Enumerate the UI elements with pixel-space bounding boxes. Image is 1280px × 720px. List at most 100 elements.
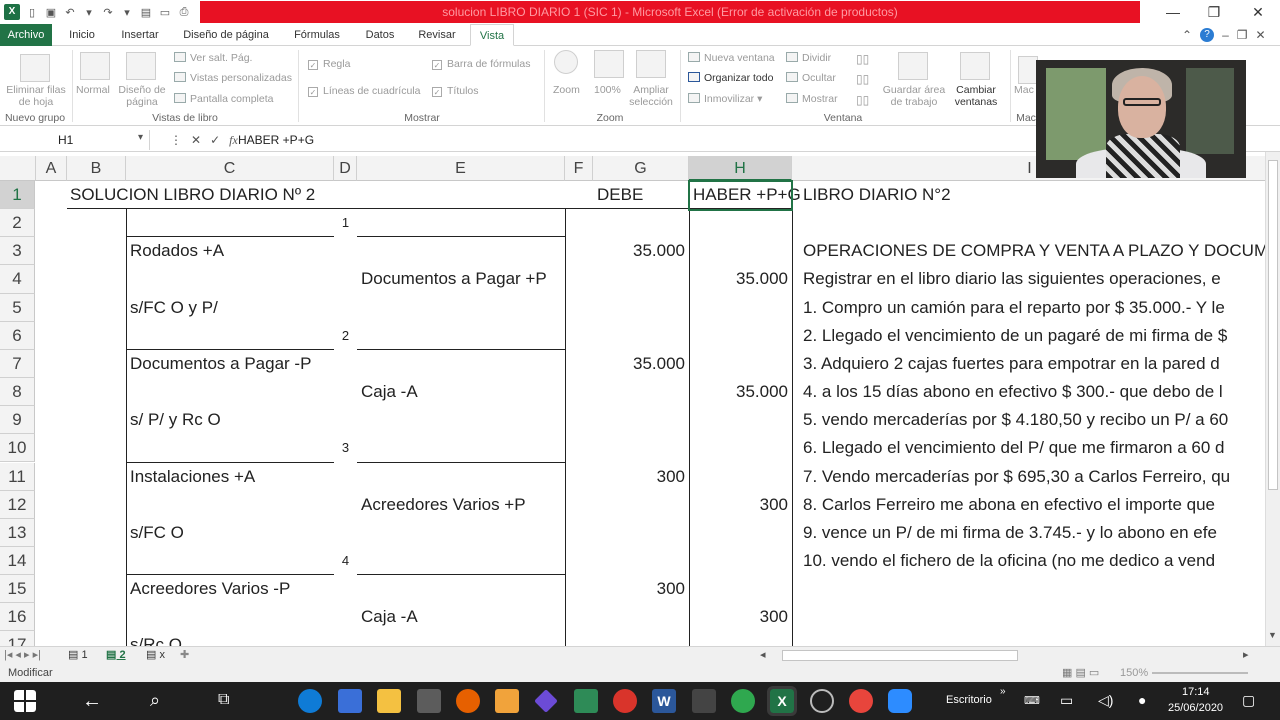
app-circle-icon[interactable]	[810, 689, 834, 713]
row-header-13[interactable]: 13	[0, 518, 35, 547]
row-header-8[interactable]: 8	[0, 378, 35, 407]
new-sheet-icon[interactable]: ✚	[180, 648, 189, 663]
macros-button[interactable]: Mac	[1014, 84, 1034, 96]
scroll-left-icon[interactable]: ◂	[760, 648, 766, 663]
cell-g7[interactable]: 35.000	[593, 350, 685, 378]
row-header-2[interactable]: 2	[0, 209, 35, 238]
cell-i7[interactable]: 3. Adquiero 2 cajas fuertes para empotra…	[803, 350, 1220, 378]
app-record-icon[interactable]	[613, 689, 637, 713]
cell-c5[interactable]: s/FC O y P/	[130, 294, 218, 322]
cancel-icon[interactable]: ✕	[191, 130, 201, 150]
row-header-6[interactable]: 6	[0, 321, 35, 350]
view-normal-icon[interactable]: ▦ ▤ ▭	[1062, 664, 1099, 682]
row-header-12[interactable]: 12	[0, 490, 35, 519]
cell-i14[interactable]: 10. vendo el fichero de la oficina (no m…	[803, 547, 1215, 575]
tab-vista[interactable]: Vista	[470, 24, 514, 46]
row-header-4[interactable]: 4	[0, 265, 35, 294]
row-header-15[interactable]: 15	[0, 575, 35, 604]
cell-c7[interactable]: Documentos a Pagar -P	[130, 350, 311, 378]
cell-h8[interactable]: 35.000	[689, 378, 788, 406]
cell-i3[interactable]: OPERACIONES DE COMPRA Y VENTA A PLAZO Y …	[803, 237, 1268, 265]
doc-minimize-icon[interactable]: –	[1222, 28, 1229, 42]
sync-scroll-icon[interactable]: ▯▯	[856, 72, 869, 86]
close-button[interactable]: ✕	[1236, 0, 1280, 24]
name-box-dropdown-icon[interactable]: ▾	[138, 132, 143, 143]
formula-bar-checkbox[interactable]: ✓ Barra de fórmulas	[432, 58, 530, 70]
quick-print-icon[interactable]: ⎙	[177, 6, 191, 19]
cell-h4[interactable]: 35.000	[689, 265, 788, 293]
full-screen-button[interactable]: Pantalla completa	[174, 93, 273, 105]
custom-views-button[interactable]: Vistas personalizadas	[174, 72, 292, 84]
column-header-d[interactable]: D	[334, 156, 357, 181]
tab-formulas[interactable]: Fórmulas	[284, 24, 350, 46]
sheet-tab-1[interactable]: ▤ 1	[68, 648, 88, 663]
cell-i6[interactable]: 2. Llegado el vencimiento de un pagaré d…	[803, 322, 1227, 350]
undo-dropdown-icon[interactable]: ▾	[82, 6, 96, 19]
task-view-icon[interactable]: ⧉	[218, 691, 229, 709]
scroll-down-icon[interactable]: ▼	[1268, 630, 1277, 640]
tab-inicio[interactable]: Inicio	[58, 24, 106, 46]
cell-i4[interactable]: Registrar en el libro diario las siguien…	[803, 265, 1221, 293]
zoom-selection-button[interactable]: Ampliar selección	[628, 84, 674, 108]
insert-function-icon[interactable]: fx	[229, 130, 238, 150]
start-windows-icon[interactable]	[14, 690, 36, 712]
notifications-icon[interactable]: ▢	[1242, 692, 1255, 709]
cell-i13[interactable]: 9. vence un P/ de mi firma de 3.745.- y …	[803, 519, 1217, 547]
page-break-preview-button[interactable]: Ver salt. Pág.	[174, 52, 252, 64]
formula-input[interactable]: HABER +P+G	[238, 130, 314, 150]
row-header-11[interactable]: 11	[0, 462, 35, 491]
tab-revisar[interactable]: Revisar	[410, 24, 464, 46]
headings-checkbox[interactable]: ✓ Títulos	[432, 85, 479, 97]
reset-position-icon[interactable]: ▯▯	[856, 93, 869, 107]
arrange-all-button[interactable]: Organizar todo	[688, 72, 773, 84]
help-icon[interactable]: ?	[1200, 28, 1215, 42]
split-button[interactable]: Dividir	[786, 52, 831, 64]
language-icon[interactable]: ⌨	[1024, 694, 1040, 707]
word-icon[interactable]: W	[652, 689, 676, 713]
column-header-c[interactable]: C	[126, 156, 334, 181]
redo-icon[interactable]: ↷	[101, 6, 115, 19]
zoom-100-button[interactable]: 100%	[594, 84, 621, 96]
cell-i1[interactable]: LIBRO DIARIO N°2	[803, 181, 951, 209]
back-arrow-icon[interactable]: ←	[82, 690, 102, 713]
desktop-toolbar-label[interactable]: Escritorio	[946, 694, 992, 706]
firefox-icon[interactable]	[456, 689, 480, 713]
tab-archivo[interactable]: Archivo	[0, 24, 52, 46]
app-tool-icon[interactable]	[692, 689, 716, 713]
cell-i9[interactable]: 5. vendo mercaderías por $ 4.180,50 y re…	[803, 406, 1228, 434]
cell-d14[interactable]: 4	[334, 547, 357, 575]
row-header-3[interactable]: 3	[0, 237, 35, 266]
normal-view-button[interactable]: Normal	[76, 84, 110, 96]
gridlines-checkbox[interactable]: ✓ Líneas de cuadrícula	[308, 85, 420, 97]
zoom-app-icon[interactable]	[888, 689, 912, 713]
column-header-f[interactable]: F	[565, 156, 593, 181]
cell-c17[interactable]: s/Rc O	[130, 631, 182, 646]
volume-icon[interactable]: ◁)	[1098, 692, 1113, 709]
toolbar-expand-icon[interactable]: »	[1000, 686, 1006, 697]
cell-h16[interactable]: 300	[689, 603, 788, 631]
cell-g15[interactable]: 300	[593, 575, 685, 603]
hide-button[interactable]: Ocultar	[786, 72, 836, 84]
save-workspace-button[interactable]: Guardar área de trabajo	[880, 84, 948, 108]
row-header-5[interactable]: 5	[0, 293, 35, 322]
cell-g3[interactable]: 35.000	[593, 237, 685, 265]
search-icon[interactable]: ⌕	[150, 690, 160, 711]
cell-e4[interactable]: Documentos a Pagar +P	[361, 265, 547, 293]
edge-icon[interactable]	[298, 689, 322, 713]
file-explorer-icon[interactable]	[377, 689, 401, 713]
scroll-right-icon[interactable]: ▸	[1243, 648, 1249, 663]
clock-date[interactable]: 25/06/2020	[1168, 702, 1223, 714]
cell-c11[interactable]: Instalaciones +A	[130, 463, 255, 491]
cell-d6[interactable]: 2	[334, 322, 357, 350]
eliminar-filas-button[interactable]: Eliminar filas de hoja	[4, 84, 68, 108]
cell-d2[interactable]: 1	[334, 209, 357, 237]
chrome-icon[interactable]	[731, 689, 755, 713]
tab-insertar[interactable]: Insertar	[112, 24, 168, 46]
cell-c3[interactable]: Rodados +A	[130, 237, 224, 265]
cell-e12[interactable]: Acreedores Varios +P	[361, 491, 526, 519]
cell-i5[interactable]: 1. Compro un camión para el reparto por …	[803, 294, 1225, 322]
unhide-button[interactable]: Mostrar	[786, 93, 838, 105]
column-header-b[interactable]: B	[67, 156, 126, 181]
row-header-17[interactable]: 17	[0, 631, 35, 646]
cell-i8[interactable]: 4. a los 15 días abono en efectivo $ 300…	[803, 378, 1223, 406]
